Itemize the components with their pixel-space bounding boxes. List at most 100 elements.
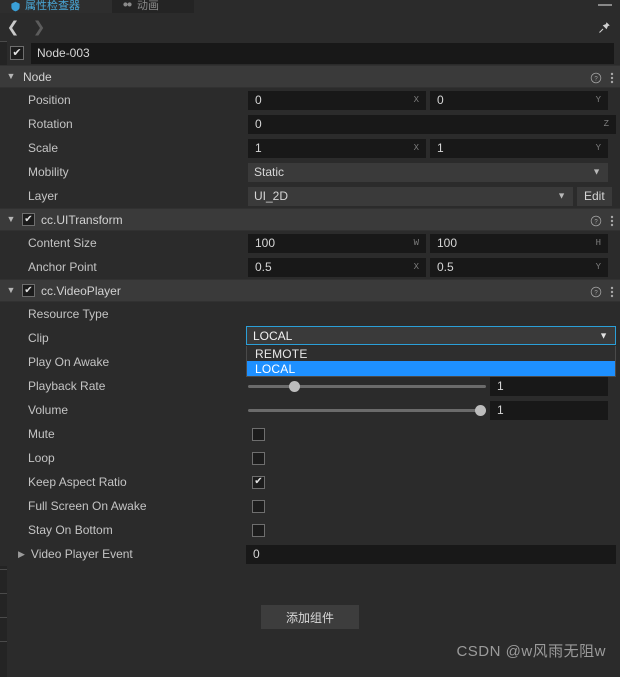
chevron-down-icon[interactable]: ▼ (0, 215, 22, 224)
help-circle-icon[interactable]: ? (590, 286, 602, 298)
number-field[interactable]: 0X (248, 90, 426, 110)
chevron-left-icon[interactable]: ❮ (0, 13, 26, 41)
axis-label: Y (595, 262, 601, 272)
gutter-tick (0, 641, 7, 642)
chevron-down-icon[interactable]: ▼ (0, 286, 22, 295)
tab-inspector-label: 属性检查器 (25, 0, 80, 12)
chevron-down-icon[interactable]: ▼ (0, 72, 22, 81)
node-header-row: Node-003 (0, 41, 620, 65)
slider-value: 1 (497, 403, 504, 417)
tab-strip: 属性检查器 动画 (0, 0, 620, 13)
more-vertical-icon[interactable] (610, 214, 614, 228)
property-fields: 1 (248, 400, 620, 420)
property-fields: 0X0Y (248, 90, 620, 110)
axis-label: Y (595, 95, 601, 105)
help-circle-icon[interactable]: ? (590, 72, 602, 84)
component-enabled-checkbox[interactable] (22, 213, 35, 226)
component-enabled-checkbox[interactable] (22, 284, 35, 297)
axis-label: Y (595, 143, 601, 153)
add-component-button[interactable]: 添加组件 (261, 605, 359, 629)
number-field[interactable]: 100 W (248, 233, 426, 253)
inspector-icon (11, 1, 20, 12)
number-field[interactable]: 100 H (430, 233, 608, 253)
property-row: Mobility Static ▼ (0, 160, 620, 184)
slider-value-field[interactable]: 1 (490, 376, 608, 396)
number-field[interactable]: 0.5 X (248, 257, 426, 277)
checkbox-full-screen-on-awake[interactable] (252, 499, 265, 513)
select-layer[interactable]: UI_2D ▼ (248, 186, 573, 206)
number-field[interactable]: 1X (248, 138, 426, 158)
component-header-video-player[interactable]: ▼ cc.VideoPlayer? (0, 279, 620, 302)
component-actions: ? (590, 209, 614, 232)
checkbox-mute[interactable] (252, 427, 265, 441)
number-field-value: 0 (255, 93, 262, 107)
number-field[interactable]: 0Z (248, 114, 616, 134)
property-row: Mute (0, 422, 620, 446)
property-row: Resource Type (0, 302, 620, 326)
node-name-field[interactable]: Node-003 (31, 42, 614, 64)
property-fields (248, 523, 620, 537)
property-label: Position (28, 93, 71, 107)
add-component-area: 添加组件 (0, 605, 620, 629)
tab-inspector[interactable]: 属性检查器 (0, 0, 112, 13)
dropdown-option-local[interactable]: LOCAL (247, 361, 615, 376)
gutter-tick (0, 569, 7, 570)
property-row: Stay On Bottom (0, 518, 620, 542)
property-row: Content Size 100 W 100 H (0, 231, 620, 255)
number-field-value: 0 (437, 93, 444, 107)
component-header-node[interactable]: ▼ Node? (0, 65, 620, 88)
event-count-field[interactable]: 0 (246, 544, 616, 564)
number-field[interactable]: 0.5 Y (430, 257, 608, 277)
node-enabled-checkbox[interactable] (10, 46, 24, 60)
checkbox-stay-on-bottom[interactable] (252, 523, 265, 537)
slider-track (248, 408, 486, 412)
gutter-tick (0, 41, 7, 42)
tab-animation[interactable]: 动画 (112, 0, 194, 13)
property-label: Mobility (28, 165, 69, 179)
property-label: Stay On Bottom (28, 523, 113, 537)
property-label: Play On Awake (28, 355, 110, 369)
dropdown-option-label: LOCAL (255, 361, 296, 376)
select-value: UI_2D (254, 189, 289, 203)
slider-volume[interactable] (248, 401, 486, 420)
minimize-icon[interactable] (598, 4, 612, 6)
axis-label: X (413, 262, 419, 272)
property-label: ▶ Video Player Event (0, 547, 246, 561)
edit-layer-button[interactable]: Edit (577, 186, 612, 206)
slider-value: 1 (497, 379, 504, 393)
chevron-right-icon[interactable]: ▶ (18, 549, 25, 560)
property-sections: ▼ Node? Position 0 X 0 Y Rotation 0 Z Scale 1 X 1 Y Mob… (0, 65, 620, 566)
more-vertical-icon[interactable] (610, 71, 614, 85)
slider-knob[interactable] (475, 404, 486, 416)
number-field[interactable]: 0Y (430, 90, 608, 110)
property-row: Scale 1 X 1 Y (0, 136, 620, 160)
property-label: Resource Type (28, 307, 109, 321)
chevron-right-icon[interactable]: ❯ (26, 13, 52, 41)
property-label: Layer (28, 189, 59, 203)
more-vertical-icon[interactable] (610, 285, 614, 299)
slider-value-field[interactable]: 1 (490, 400, 608, 420)
tab-animation-label: 动画 (137, 0, 159, 12)
property-label: Mute (28, 427, 55, 441)
resource-type-option-list[interactable]: REMOTE LOCAL (246, 346, 616, 377)
property-row: ▶ Video Player Event 0 (0, 542, 620, 566)
number-field-value: 0.5 (437, 260, 454, 274)
property-label: Volume (28, 403, 69, 417)
select-mobility[interactable]: Static ▼ (248, 162, 608, 182)
dropdown-option-remote[interactable]: REMOTE (247, 346, 615, 361)
property-fields: Static ▼ (248, 162, 620, 182)
property-row: Volume 1 (0, 398, 620, 422)
component-header-ui-transform[interactable]: ▼ cc.UITransform? (0, 208, 620, 231)
slider-playback-rate[interactable] (248, 377, 486, 396)
component-actions: ? (590, 280, 614, 303)
watermark: CSDN @w风雨无阻w (456, 643, 606, 660)
checkbox-loop[interactable] (252, 451, 265, 465)
slider-knob[interactable] (288, 380, 300, 392)
number-field[interactable]: 1Y (430, 138, 608, 158)
axis-label: X (413, 143, 419, 153)
pin-icon[interactable] (594, 18, 614, 36)
checkbox-keep-aspect-ratio[interactable] (252, 475, 265, 489)
resource-type-select-open[interactable]: LOCAL ▼ (246, 326, 616, 345)
property-fields: UI_2D ▼ Edit (248, 186, 620, 206)
help-circle-icon[interactable]: ? (590, 215, 602, 227)
